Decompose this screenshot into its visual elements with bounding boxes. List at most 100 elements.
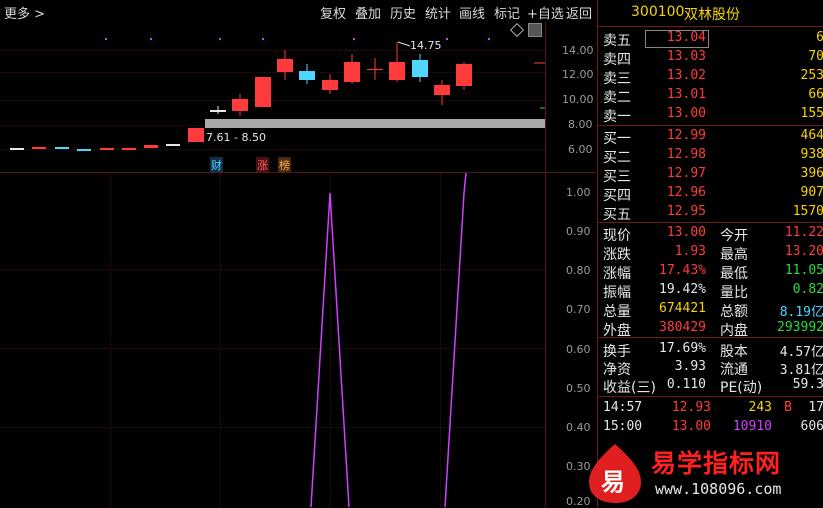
sell-level-price: 13.04 (666, 30, 706, 45)
quote-value: 13.20 (784, 244, 823, 259)
candle (389, 62, 405, 80)
signal-dot (150, 38, 152, 40)
menu-history[interactable]: 历史 (390, 3, 416, 22)
buy-level-price: 12.97 (666, 166, 706, 181)
early-candles (10, 144, 180, 151)
candle (322, 80, 338, 90)
buy-level-volume: 464 (800, 128, 823, 143)
candle (277, 59, 293, 72)
menu-add-favorite[interactable]: +自选 (527, 3, 564, 22)
candle (456, 64, 472, 86)
price-axis-label: 6.00 (568, 143, 593, 156)
tag-limit-up[interactable]: 涨 (256, 157, 269, 173)
quote-value: 13.00 (666, 225, 706, 240)
quote-label: 今开 (720, 228, 748, 244)
price-range-band (205, 119, 545, 128)
watermark: 易 易学指标网 www.108096.com (585, 440, 823, 507)
tick-volume: 243 (748, 400, 772, 415)
price-axis-label: 10.00 (562, 93, 594, 106)
candle (299, 71, 315, 80)
candle (100, 148, 114, 150)
quote-value: 19.42% (659, 282, 706, 297)
indicator-axis-label: 0.70 (566, 303, 591, 316)
candle (144, 145, 158, 148)
buy-level-price: 12.99 (666, 128, 706, 143)
tag-ranking[interactable]: 榜 (278, 157, 291, 173)
quote-label: 最高 (720, 247, 748, 263)
quote-label: 振幅 (603, 285, 631, 301)
quote-value: 0.82 (792, 282, 823, 297)
range-label: 7.61 - 8.50 (206, 131, 266, 144)
candle (344, 62, 360, 82)
stock-code: 300100 (631, 4, 685, 20)
buy-level-label: 买二 (603, 150, 631, 166)
quote-label: 现价 (603, 228, 631, 244)
buy-level-volume: 907 (800, 185, 823, 200)
signal-dot (105, 38, 107, 40)
candle (122, 148, 136, 150)
tick-price: 12.93 (671, 400, 711, 415)
signal-dot (488, 38, 490, 40)
quote-label: 最低 (720, 266, 748, 282)
tick-extra: 17 (808, 400, 823, 415)
tick-extra: 606 (800, 419, 823, 434)
indicator-axis-label: 1.00 (566, 186, 591, 199)
tick-volume: 10910 (732, 419, 772, 434)
candle (210, 110, 226, 112)
candle (77, 149, 91, 151)
menu-mark[interactable]: 标记 (494, 3, 520, 22)
sell-level-volume: 6 (816, 30, 823, 45)
tag-finance[interactable]: 财 (210, 157, 223, 173)
quote-value: 1.93 (674, 244, 706, 259)
menu-draw-line[interactable]: 画线 (459, 3, 485, 22)
menu-stats[interactable]: 统计 (425, 3, 451, 22)
fund-label: 换手 (603, 344, 631, 360)
sell-level-volume: 70 (808, 49, 823, 64)
menu-fuquan[interactable]: 复权 (320, 3, 346, 22)
menu-back[interactable]: 返回 (566, 3, 592, 22)
indicator-axis-label: 0.80 (566, 264, 591, 277)
sell-level-price: 13.00 (666, 106, 706, 121)
tick-price: 13.00 (671, 419, 711, 434)
fund-value: 4.57亿 (779, 345, 823, 360)
tick-time: 14:57 (603, 400, 643, 415)
quote-value: 11.22 (784, 225, 823, 240)
more-menu-button[interactable]: 更多 > (4, 3, 45, 22)
kline-chart-pane[interactable]: 14.75 7.61 - 8.50 14.00 12.00 10.00 8.00… (0, 22, 596, 173)
quote-value: 8.19亿 (779, 305, 823, 320)
signal-dot (262, 38, 264, 40)
fund-label: 股本 (720, 344, 748, 360)
menu-overlay[interactable]: 叠加 (355, 3, 381, 22)
indicator-axis-label: 0.60 (566, 343, 591, 356)
buy-level-volume: 396 (800, 166, 823, 181)
candle (232, 99, 248, 111)
quote-value: 674421 (659, 301, 706, 316)
buy-level-label: 买五 (603, 207, 631, 223)
buy-level-volume: 1570 (792, 204, 823, 219)
candle (166, 144, 180, 146)
quote-label: 总额 (720, 304, 748, 320)
indicator-pane[interactable]: 1.00 0.90 0.80 0.70 0.60 0.50 0.40 0.30 … (0, 173, 596, 508)
price-axis-label: 8.00 (568, 118, 593, 131)
indicator-line (310, 192, 350, 507)
buy-level-price: 12.95 (666, 204, 706, 219)
fund-label: 收益(三) (603, 380, 656, 396)
indicator-axis-label: 0.50 (566, 382, 591, 395)
tick-flag: B (784, 400, 792, 415)
buy-level-price: 12.96 (666, 185, 706, 200)
sell-level-label: 卖二 (603, 90, 631, 106)
sell-level-volume: 66 (808, 87, 823, 102)
candle (10, 148, 24, 150)
fund-value: 59.3 (792, 377, 823, 392)
sell-level-price: 13.02 (666, 68, 706, 83)
buy-level-label: 买三 (603, 169, 631, 185)
buy-level-label: 买四 (603, 188, 631, 204)
price-axis-label: 14.00 (562, 44, 594, 57)
quote-panel: 300100 双林股份 卖五 13.04 6 卖四 13.03 70 卖三 13.02 253 卖… (597, 0, 823, 507)
sell-level-label: 卖三 (603, 71, 631, 87)
candle (32, 147, 46, 149)
candle (412, 60, 428, 77)
candle (434, 85, 450, 95)
indicator-line-svg (310, 173, 467, 507)
signal-dot (353, 38, 355, 40)
